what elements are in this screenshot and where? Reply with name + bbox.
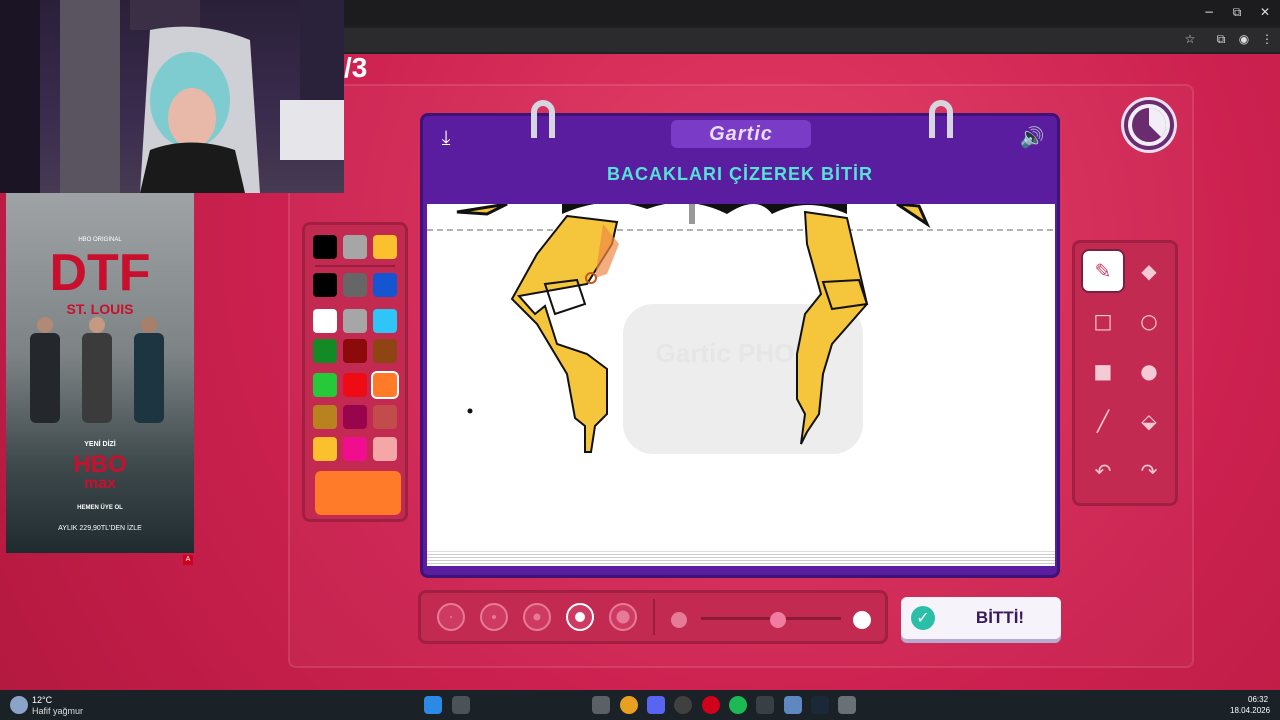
color-swatch[interactable] [343, 235, 367, 259]
color-swatch[interactable] [373, 309, 397, 333]
color-swatch[interactable] [373, 405, 397, 429]
eraser-icon[interactable]: ◆ [1129, 251, 1169, 291]
opacity-min-marker[interactable] [671, 612, 687, 628]
start-icon[interactable] [424, 696, 442, 714]
opera-icon[interactable] [702, 696, 720, 714]
color-swatch[interactable] [343, 373, 367, 397]
done-button[interactable]: ✓ BİTTİ! [901, 597, 1061, 639]
close-button[interactable]: ✕ [1256, 4, 1274, 20]
color-swatch[interactable] [373, 273, 397, 297]
rectangle-fill-icon[interactable]: ■ [1083, 351, 1123, 391]
spotify-icon[interactable] [729, 696, 747, 714]
brush-size-option[interactable] [480, 603, 508, 631]
color-swatch[interactable] [313, 273, 337, 297]
ellipse-outline-icon[interactable]: ○ [1129, 301, 1169, 341]
clock-date[interactable]: 18.04.2026 [1230, 706, 1270, 715]
drawing-canvas[interactable]: Gartic PHONE [427, 204, 1055, 552]
brush-settings-bar [418, 590, 888, 644]
restore-button[interactable]: ⧉ [1228, 4, 1246, 20]
round-indicator: /3 [344, 52, 368, 83]
weather-temp[interactable]: 12°C [32, 695, 52, 705]
prompt-title: BACAKLARI ÇİZEREK BİTİR [607, 164, 873, 184]
color-swatch[interactable] [373, 235, 397, 259]
taskbar: 12°C Hafif yağmur 06:32 18.04.2026 [0, 690, 1280, 720]
brush-size-option[interactable] [523, 603, 551, 631]
color-swatch[interactable] [313, 309, 337, 333]
rectangle-outline-icon[interactable]: □ [1083, 301, 1123, 341]
undo-icon[interactable]: ↶ [1083, 451, 1123, 491]
palette-divider [315, 265, 395, 267]
webcam-overlay [0, 0, 344, 193]
color-swatch[interactable] [343, 309, 367, 333]
fill-bucket-icon[interactable]: ⬙ [1129, 401, 1169, 441]
color-swatch[interactable] [313, 339, 337, 363]
opacity-max-marker[interactable] [853, 611, 871, 629]
color-swatch[interactable] [373, 339, 397, 363]
check-icon: ✓ [911, 606, 935, 630]
color-swatch[interactable] [343, 437, 367, 461]
chrome-icon[interactable] [620, 696, 638, 714]
color-swatch[interactable] [373, 437, 397, 461]
ad-brand: max [83, 475, 117, 492]
file-explorer-icon[interactable] [592, 696, 610, 714]
color-swatch[interactable] [313, 235, 337, 259]
brush-size-option[interactable] [566, 603, 594, 631]
color-swatch[interactable] [313, 437, 337, 461]
color-swatch[interactable] [343, 405, 367, 429]
minimize-button[interactable]: − [1200, 4, 1218, 20]
ad-photo [30, 317, 164, 423]
color-swatch[interactable] [343, 339, 367, 363]
volume-icon[interactable]: 🔊 [1019, 124, 1045, 150]
redo-icon[interactable]: ↷ [1129, 451, 1169, 491]
brush-size-option[interactable] [609, 603, 637, 631]
ad-title: DTF [49, 244, 151, 302]
steam-icon[interactable] [811, 696, 829, 714]
drawing-notebook: ⤓ Gartic 🔊 BACAKLARI ÇİZEREK BİTİR Garti… [420, 100, 1060, 578]
line-icon[interactable]: ╱ [1083, 401, 1123, 441]
color-swatch[interactable] [313, 405, 337, 429]
done-label: BİTTİ! [975, 608, 1025, 627]
address-bar[interactable] [344, 28, 1280, 52]
ad-tag: YENİ DİZİ [84, 441, 116, 448]
tool-panel: ✎ ◆ □ ○ ■ ● ╱ ⬙ ↶ ↷ [1072, 240, 1178, 506]
app-icon[interactable] [756, 696, 774, 714]
profile-icon[interactable]: ◉ [1235, 30, 1253, 48]
clock-time[interactable]: 06:32 [1248, 695, 1268, 704]
notebook-header: ⤓ Gartic 🔊 BACAKLARI ÇİZEREK BİTİR [423, 116, 1057, 202]
search-icon[interactable] [452, 696, 470, 714]
ellipse-fill-icon[interactable]: ● [1129, 351, 1169, 391]
color-swatch[interactable] [313, 373, 337, 397]
discord-icon[interactable] [647, 696, 665, 714]
weather-desc[interactable]: Hafif yağmur [32, 706, 83, 716]
color-palette [302, 222, 408, 522]
menu-icon[interactable]: ⋮ [1258, 30, 1276, 48]
weather-icon[interactable] [10, 696, 28, 714]
ad-choices-icon[interactable]: A [183, 555, 193, 565]
color-swatch[interactable] [373, 373, 397, 397]
download-icon[interactable]: ⤓ [433, 124, 459, 150]
obs-icon[interactable] [674, 696, 692, 714]
pencil-icon[interactable]: ✎ [1083, 251, 1123, 291]
opacity-slider-knob[interactable] [770, 612, 786, 628]
brush-size-option[interactable] [437, 603, 465, 631]
gartic-logo: Gartic [671, 120, 811, 148]
notebook-pages [427, 552, 1055, 566]
cast-icon[interactable]: ⧉ [1212, 30, 1230, 48]
advertisement-banner[interactable]: HBO ORIGINAL DTF ST. LOUIS YENİ DİZİ HBO… [6, 193, 194, 553]
color-swatch[interactable] [343, 273, 367, 297]
settings-icon[interactable] [838, 696, 856, 714]
bar-divider [653, 599, 655, 635]
star-icon[interactable]: ☆ [1181, 30, 1199, 48]
ad-price: AYLIK 229,90TL'DEN İZLE [58, 525, 142, 532]
ad-cta-button[interactable]: HEMEN ÜYE OL [6, 505, 194, 511]
timer-icon [1124, 100, 1174, 150]
current-color-preview [315, 471, 401, 515]
app-icon[interactable] [784, 696, 802, 714]
